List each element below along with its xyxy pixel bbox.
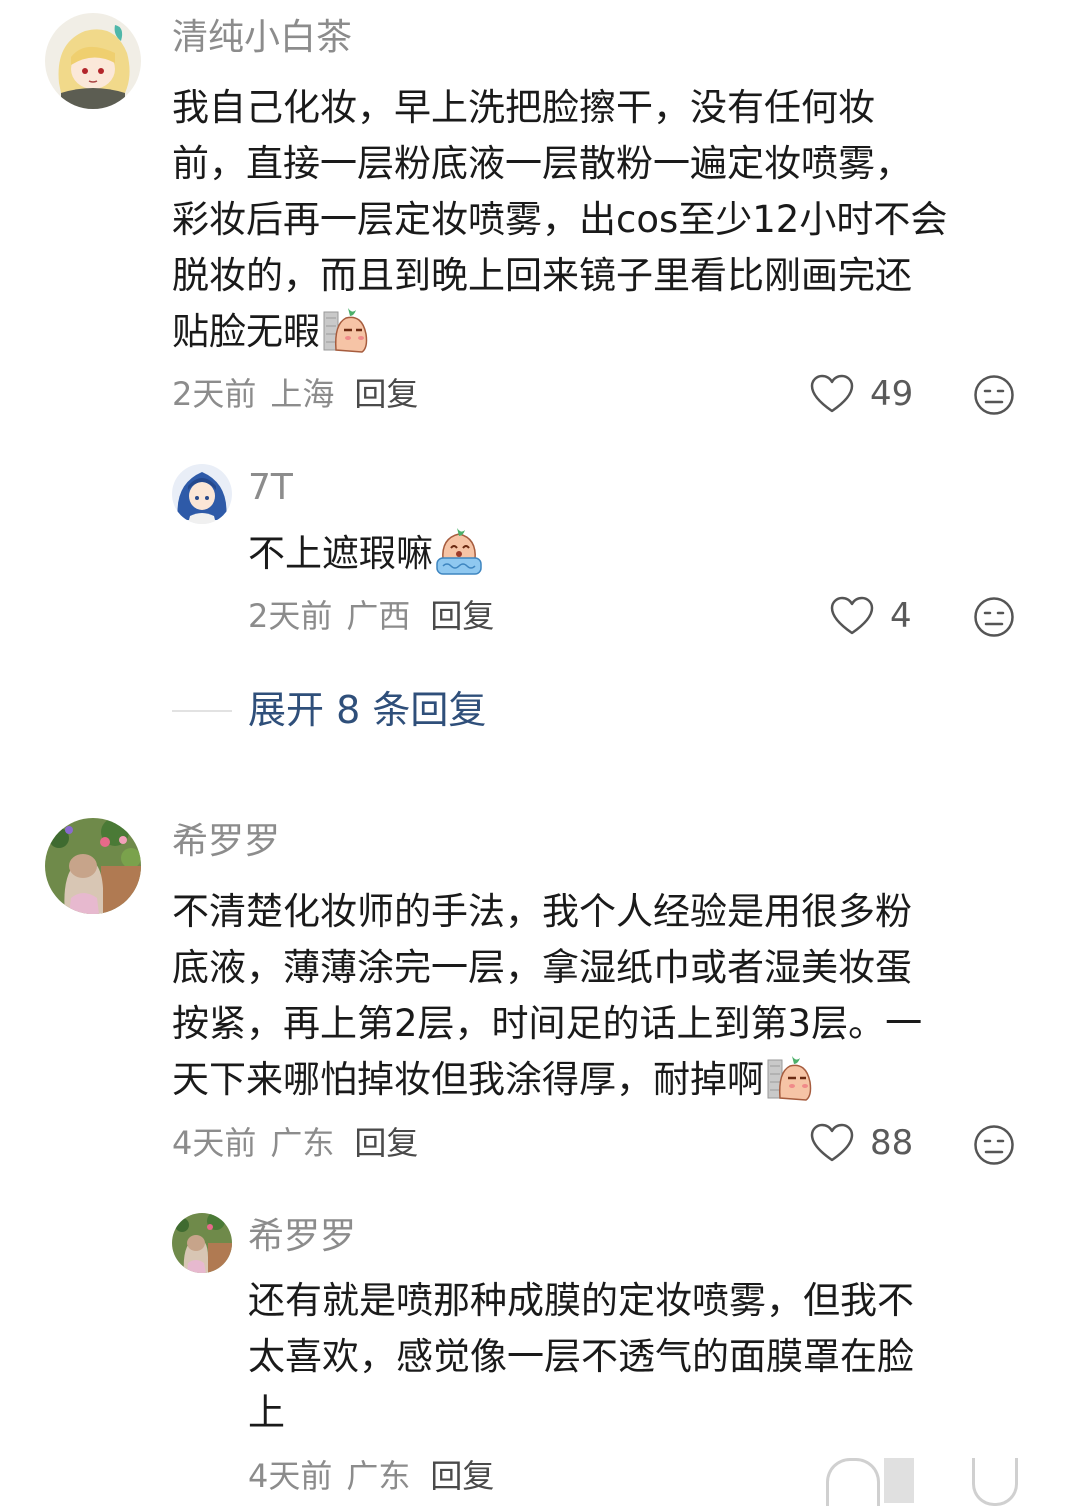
comment-line: 脱妆的，而且到晚上回来镜子里看比刚画完还: [172, 254, 912, 297]
comment-line-text: 天下来哪怕掉妆但我涂得厚，耐掉啊: [172, 1058, 764, 1101]
username[interactable]: 清纯小白茶: [172, 16, 352, 60]
comment-text: 不清楚化妆师的手法，我个人经验是用很多粉 底液，薄薄涂完一层，拿湿纸巾或者湿美妆…: [172, 884, 922, 1108]
location: 广西: [346, 597, 411, 635]
dislike-face-icon-partial[interactable]: [972, 1458, 1018, 1506]
reply-button[interactable]: 回复: [354, 1124, 418, 1162]
reply-line: 上: [248, 1391, 285, 1434]
location: 上海: [270, 375, 335, 413]
comment-meta: 4天前 广东 回复: [172, 1123, 432, 1163]
reply-text: 还有就是喷那种成膜的定妆喷雾，但我不 太喜欢，感觉像一层不透气的面膜罩在脸 上: [248, 1273, 914, 1441]
heart-icon: [810, 374, 854, 413]
comment-line: 贴脸无暇: [172, 304, 947, 360]
reply-button[interactable]: 回复: [354, 375, 418, 413]
reply-button[interactable]: 回复: [430, 1457, 494, 1495]
comment-line: 彩妆后再一层定妆喷雾，出cos至少12小时不会: [172, 198, 948, 241]
location: 广东: [346, 1457, 411, 1495]
timestamp: 4天前: [248, 1457, 333, 1495]
avatar[interactable]: [172, 464, 232, 524]
comment-line: 底液，薄薄涂完一层，拿湿纸巾或者湿美妆蛋: [172, 946, 912, 989]
like-icon-partial[interactable]: [826, 1458, 880, 1506]
avatar[interactable]: [172, 1213, 232, 1273]
smirk-sticker-emoji-icon: [323, 308, 368, 353]
heart-icon: [830, 596, 874, 635]
comment-line: 按紧，再上第2层，时间足的话上到第3层。一: [172, 1002, 923, 1045]
avatar[interactable]: [45, 818, 141, 914]
timestamp: 2天前: [172, 375, 257, 413]
location: 广东: [270, 1124, 335, 1162]
comment-line: 前，直接一层粉底液一层散粉一遍定妆喷雾，: [172, 142, 912, 185]
reply-meta: 4天前 广东 回复: [248, 1456, 508, 1496]
reply-line: 太喜欢，感觉像一层不透气的面膜罩在脸: [248, 1335, 914, 1378]
reply-meta: 2天前 广西 回复: [248, 596, 508, 636]
timestamp: 4天前: [172, 1124, 257, 1162]
reply-line: 还有就是喷那种成膜的定妆喷雾，但我不: [248, 1279, 914, 1322]
comment-meta: 2天前 上海 回复: [172, 374, 432, 414]
crying-sticker-emoji-icon: [436, 528, 482, 575]
comment-line: 不清楚化妆师的手法，我个人经验是用很多粉: [172, 890, 912, 933]
dislike-face-icon[interactable]: [973, 374, 1015, 416]
expand-replies-button[interactable]: 展开 8 条回复: [248, 687, 486, 733]
reply-line: 不上遮瑕嘛: [248, 526, 483, 582]
username[interactable]: 希罗罗: [248, 1215, 356, 1259]
expand-divider: [172, 710, 232, 712]
username[interactable]: 希罗罗: [172, 820, 280, 864]
like-count: 49: [870, 374, 914, 414]
heart-icon: [810, 1123, 854, 1162]
comment-line: 我自己化妆，早上洗把脸擦干，没有任何妆: [172, 86, 875, 129]
smirk-sticker-emoji-icon: [767, 1056, 812, 1101]
timestamp: 2天前: [248, 597, 333, 635]
like-button[interactable]: 49: [810, 372, 913, 416]
username[interactable]: 7T: [248, 466, 293, 510]
reply-text: 不上遮瑕嘛: [248, 526, 483, 582]
like-button[interactable]: 88: [810, 1121, 913, 1165]
reply-button[interactable]: 回复: [430, 597, 494, 635]
like-count: 4: [890, 596, 912, 636]
dislike-face-icon[interactable]: [973, 1124, 1015, 1166]
like-count: 88: [870, 1123, 914, 1163]
avatar[interactable]: [45, 13, 141, 109]
comment-line-text: 贴脸无暇: [172, 310, 320, 353]
like-count-partial: [884, 1458, 914, 1503]
reply-line-text: 不上遮瑕嘛: [248, 532, 433, 575]
dislike-face-icon[interactable]: [973, 596, 1015, 638]
comment-line: 天下来哪怕掉妆但我涂得厚，耐掉啊: [172, 1052, 922, 1108]
like-button[interactable]: 4: [830, 594, 912, 638]
comment-text: 我自己化妆，早上洗把脸擦干，没有任何妆 前，直接一层粉底液一层散粉一遍定妆喷雾，…: [172, 80, 947, 360]
